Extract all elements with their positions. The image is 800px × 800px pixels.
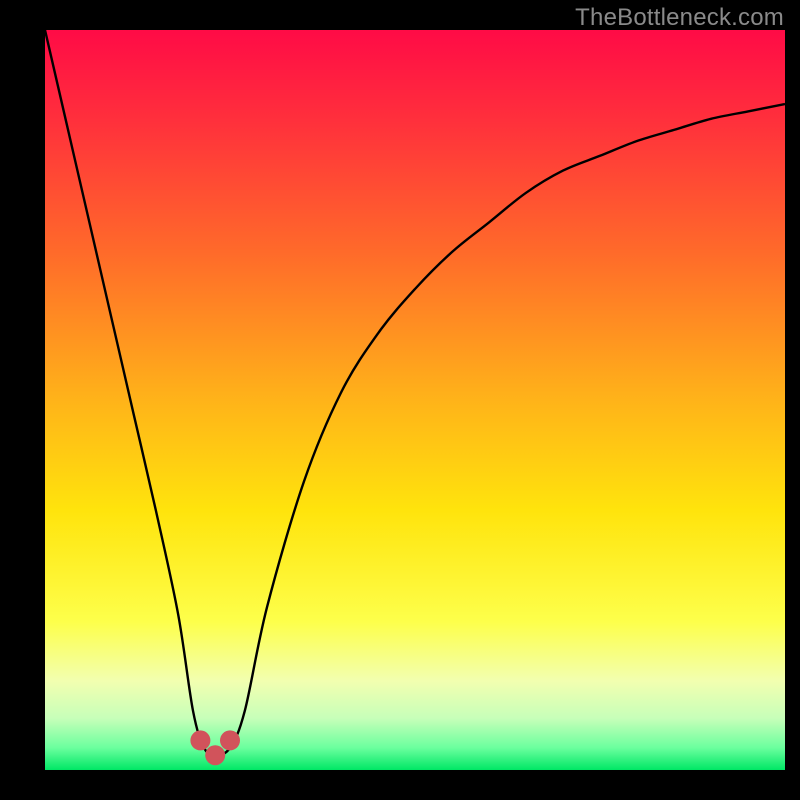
plot-area — [45, 30, 785, 770]
min-marker-right — [220, 730, 240, 750]
min-markers — [190, 730, 240, 765]
watermark-text: TheBottleneck.com — [575, 4, 784, 32]
bottleneck-curve — [45, 30, 785, 755]
min-marker-bottom — [205, 745, 225, 765]
min-marker-left — [190, 730, 210, 750]
curve-layer — [45, 30, 785, 770]
chart-frame: TheBottleneck.com — [0, 0, 800, 800]
